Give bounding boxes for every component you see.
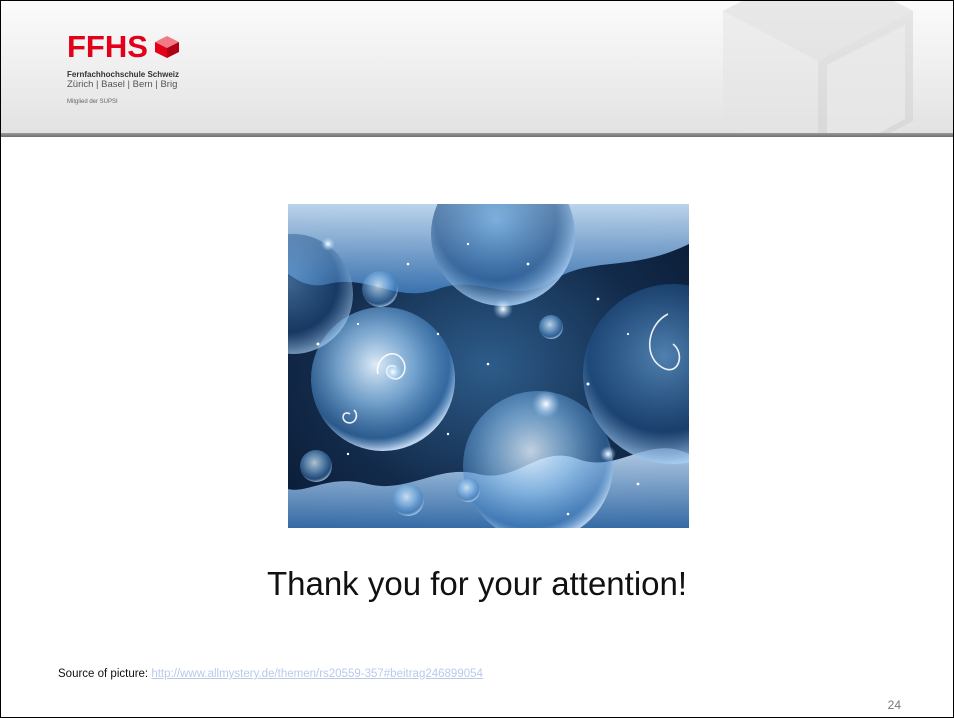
background-cube-graphic [723,1,913,133]
logo-wordmark: FFHS [67,31,180,62]
logo-text: FFHS [67,29,148,64]
picture-source: Source of picture: http://www.allmystery… [58,668,483,680]
source-label: Source of picture: [58,668,152,680]
school-name: Fernfachhochschule Schweiz [67,70,180,79]
header-divider [1,133,953,137]
ffhs-logo: FFHS Fernfachhochschule Schweiz Zürich |… [67,31,180,106]
source-link[interactable]: http://www.allmystery.de/themen/rs20559-… [151,668,483,680]
thank-you-message: Thank you for your attention! [266,565,688,602]
member-note: Mitglied der SUPSI [67,99,118,105]
slide-header: FFHS Fernfachhochschule Schweiz Zürich |… [1,1,953,133]
cosmic-bubbles-image [288,204,689,528]
page-number: 24 [887,698,901,712]
slide: FFHS Fernfachhochschule Schweiz Zürich |… [0,0,954,718]
school-cities: Zürich | Basel | Bern | Brig [67,79,178,90]
red-cube-icon [154,35,179,58]
